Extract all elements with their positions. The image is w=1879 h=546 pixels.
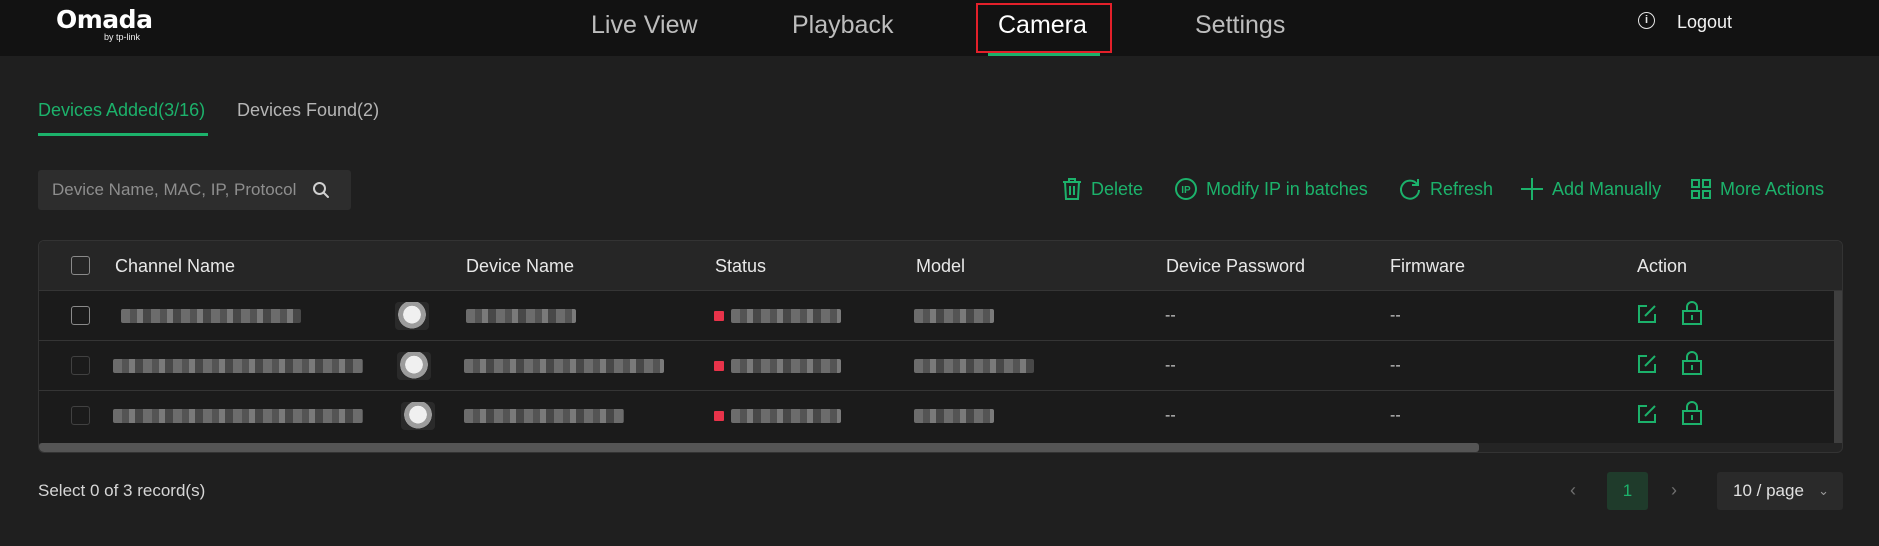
refresh-label: Refresh	[1430, 178, 1494, 199]
more-actions-label: More Actions	[1720, 178, 1825, 199]
column-header-device-password[interactable]: Device Password	[1166, 256, 1305, 277]
delete-button[interactable]: Delete	[1061, 176, 1143, 202]
row-checkbox[interactable]	[71, 356, 90, 375]
edit-icon[interactable]	[1636, 353, 1658, 375]
row-checkbox[interactable]	[71, 306, 90, 325]
lock-icon[interactable]	[1681, 400, 1703, 426]
devices-table: Channel Name Device Name Status Model De…	[38, 240, 1843, 453]
device-name-redacted	[464, 359, 664, 373]
logo-brand-text: Omada	[56, 5, 153, 34]
page-number-button[interactable]: 1	[1607, 472, 1648, 510]
delete-label: Delete	[1091, 178, 1144, 199]
table-row[interactable]: -- --	[39, 341, 1834, 391]
ip-icon: IP	[1175, 178, 1197, 200]
column-header-status[interactable]: Status	[715, 256, 766, 277]
search-box	[38, 170, 351, 210]
channel-name-redacted	[113, 409, 363, 423]
table-row[interactable]: -- --	[39, 391, 1834, 441]
edit-icon[interactable]	[1636, 303, 1658, 325]
more-actions-button[interactable]: More Actions	[1690, 176, 1824, 202]
model-redacted	[914, 359, 1034, 373]
modify-ip-label: Modify IP in batches	[1206, 178, 1368, 199]
firmware-cell: --	[1390, 407, 1401, 424]
refresh-button[interactable]: Refresh	[1398, 176, 1493, 202]
page-size-select[interactable]: 10 / page ⌄	[1717, 472, 1843, 510]
select-all-checkbox[interactable]	[71, 256, 90, 275]
omada-logo[interactable]: Omada by tp-link	[56, 5, 153, 43]
tab-devices-found[interactable]: Devices Found(2)	[237, 100, 379, 121]
device-password-cell: --	[1165, 307, 1176, 324]
model-redacted	[914, 409, 994, 423]
camera-thumbnail	[395, 302, 429, 330]
refresh-icon	[1400, 179, 1420, 200]
row-checkbox[interactable]	[71, 406, 90, 425]
status-text-redacted	[731, 409, 841, 423]
camera-thumbnail	[401, 402, 435, 430]
nav-playback[interactable]: Playback	[792, 10, 893, 40]
trash-icon	[1063, 178, 1081, 200]
status-text-redacted	[731, 309, 841, 323]
prev-page-icon[interactable]: ‹	[1570, 480, 1576, 501]
info-icon[interactable]: i	[1638, 12, 1655, 29]
device-name-redacted	[464, 409, 624, 423]
device-name-redacted	[466, 309, 576, 323]
table-header: Channel Name Device Name Status Model De…	[39, 241, 1842, 291]
channel-name-redacted	[121, 309, 301, 323]
modify-ip-button[interactable]: IP Modify IP in batches	[1174, 176, 1368, 202]
nav-settings[interactable]: Settings	[1195, 10, 1285, 40]
next-page-icon[interactable]: ›	[1671, 480, 1677, 501]
firmware-cell: --	[1390, 307, 1401, 324]
column-header-channel-name[interactable]: Channel Name	[115, 256, 235, 277]
edit-icon[interactable]	[1636, 403, 1658, 425]
column-header-device-name[interactable]: Device Name	[466, 256, 574, 277]
column-header-firmware[interactable]: Firmware	[1390, 256, 1465, 277]
add-manually-label: Add Manually	[1552, 178, 1662, 199]
status-indicator	[714, 411, 724, 421]
lock-icon[interactable]	[1681, 300, 1703, 326]
status-indicator	[714, 361, 724, 371]
logout-link[interactable]: Logout	[1677, 12, 1732, 33]
horizontal-scrollbar[interactable]	[39, 443, 1479, 452]
status-indicator	[714, 311, 724, 321]
tab-devices-added[interactable]: Devices Added(3/16)	[38, 100, 205, 121]
column-header-action: Action	[1637, 256, 1688, 276]
nav-camera-highlight-box	[976, 3, 1112, 53]
device-password-cell: --	[1165, 357, 1176, 374]
grid-icon	[1691, 179, 1711, 199]
add-manually-button[interactable]: Add Manually	[1520, 176, 1661, 202]
column-header-model[interactable]: Model	[916, 256, 965, 277]
selection-summary: Select 0 of 3 record(s)	[38, 481, 206, 500]
nav-live-view[interactable]: Live View	[591, 10, 698, 40]
lock-icon[interactable]	[1681, 350, 1703, 376]
camera-thumbnail	[397, 352, 431, 380]
channel-name-redacted	[113, 359, 363, 373]
status-text-redacted	[731, 359, 841, 373]
page-size-value: 10 / page	[1733, 481, 1804, 500]
top-navigation-bar: Omada by tp-link Live View Playback Came…	[0, 0, 1879, 56]
nav-active-underline	[988, 53, 1100, 56]
chevron-down-icon: ⌄	[1818, 483, 1829, 498]
search-input[interactable]	[38, 170, 308, 210]
tab-active-underline	[38, 133, 208, 136]
search-icon[interactable]	[312, 181, 330, 199]
firmware-cell: --	[1390, 357, 1401, 374]
logo-sub-text: by tp-link	[104, 32, 141, 42]
device-password-cell: --	[1165, 407, 1176, 424]
vertical-scrollbar[interactable]	[1834, 291, 1842, 452]
table-row[interactable]: -- --	[39, 291, 1834, 341]
plus-icon	[1521, 178, 1543, 200]
model-redacted	[914, 309, 994, 323]
svg-text:IP: IP	[1181, 185, 1191, 196]
